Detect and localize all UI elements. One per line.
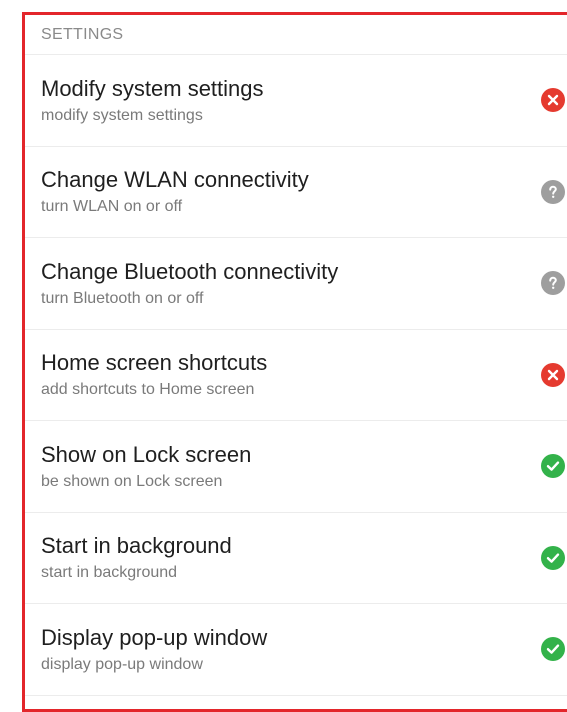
settings-panel: SETTINGS Modify system settings modify s…: [25, 15, 567, 697]
permission-title: Change Bluetooth connectivity: [41, 258, 339, 284]
permission-row-modify-system-settings[interactable]: Modify system settings modify system set…: [25, 55, 567, 147]
permission-subtitle: modify system settings: [41, 106, 203, 124]
permission-row-show-on-lock-screen[interactable]: Show on Lock screen be shown on Lock scr…: [25, 421, 567, 513]
permission-title: Display pop-up window: [41, 624, 268, 650]
permission-subtitle: turn WLAN on or off: [41, 198, 183, 216]
permission-title: Show on Lock screen: [41, 441, 252, 467]
permission-row-display-popup-window[interactable]: Display pop-up window display pop-up win…: [25, 604, 567, 696]
permission-row-change-bluetooth[interactable]: Change Bluetooth connectivity turn Bluet…: [25, 238, 567, 330]
permission-subtitle: add shortcuts to Home screen: [41, 381, 255, 399]
question-circle-icon[interactable]: [541, 179, 565, 204]
check-circle-icon[interactable]: [541, 545, 565, 570]
permission-title: Change WLAN connectivity: [41, 167, 309, 193]
permission-subtitle: start in background: [41, 564, 178, 582]
permission-title: Home screen shortcuts: [41, 350, 268, 376]
permission-title: Start in background: [41, 533, 232, 559]
permission-title: Modify system settings: [41, 75, 264, 101]
x-circle-icon[interactable]: [541, 362, 565, 387]
permission-row-home-screen-shortcuts[interactable]: Home screen shortcuts add shortcuts to H…: [25, 330, 567, 421]
permission-subtitle: display pop-up window: [41, 655, 203, 673]
section-header: SETTINGS: [25, 15, 567, 55]
permission-subtitle: turn Bluetooth on or off: [41, 289, 204, 307]
permission-row-start-in-background[interactable]: Start in background start in background: [25, 513, 567, 604]
permission-row-change-wlan[interactable]: Change WLAN connectivity turn WLAN on or…: [25, 147, 567, 238]
permission-subtitle: be shown on Lock screen: [41, 472, 223, 490]
screen: SETTINGS Modify system settings modify s…: [0, 0, 567, 712]
